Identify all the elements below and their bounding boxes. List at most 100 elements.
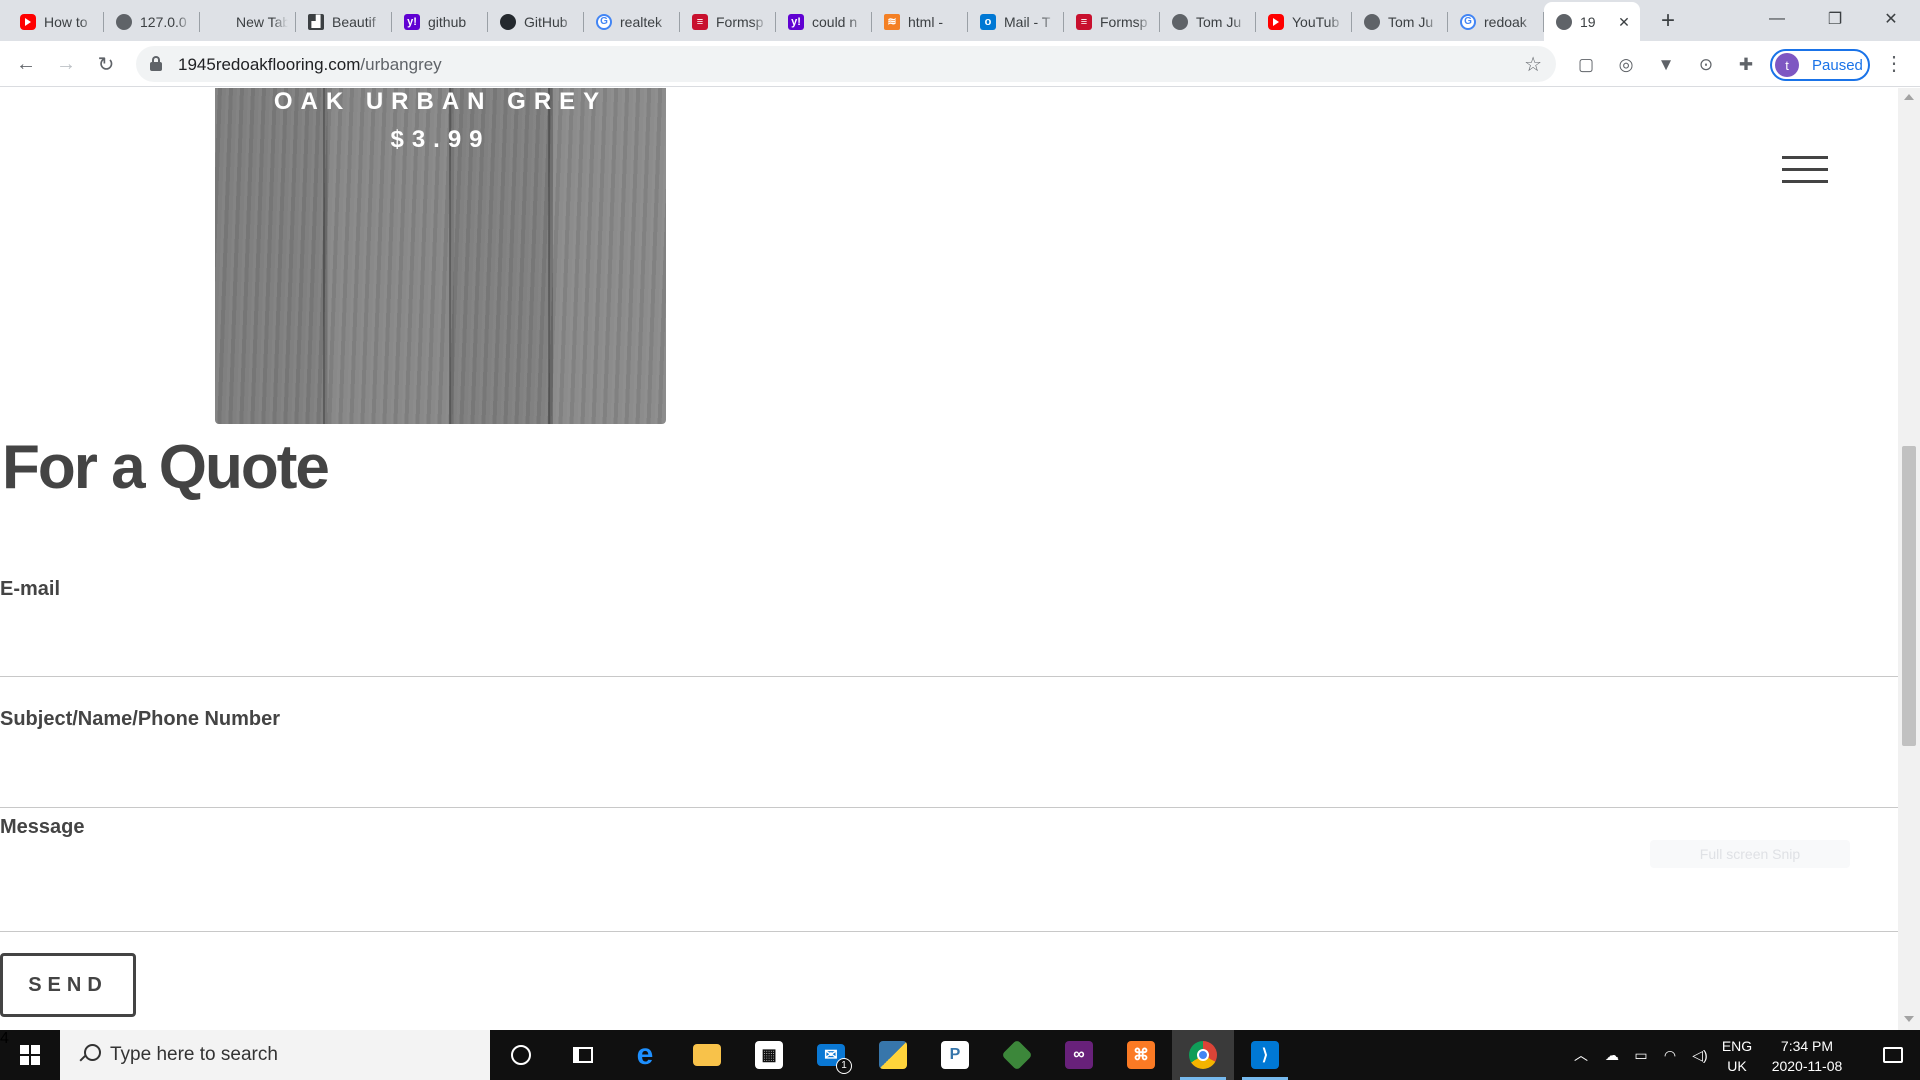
email-underline: [0, 676, 1898, 677]
edge-icon[interactable]: e: [614, 1030, 676, 1080]
tab[interactable]: Grealtek: [584, 2, 680, 41]
nodejs-icon[interactable]: [986, 1030, 1048, 1080]
tab[interactable]: Gredoak: [1448, 2, 1544, 41]
vscode-icon[interactable]: ⟩: [1234, 1030, 1296, 1080]
tab[interactable]: ≡ Formsp: [1064, 2, 1160, 41]
reload-button[interactable]: ↻: [90, 48, 122, 80]
search-icon: [78, 1044, 101, 1066]
restore-button[interactable]: ❐: [1806, 0, 1864, 38]
tab-title: YouTub: [1292, 13, 1340, 30]
tab[interactable]: ≋ html -: [872, 2, 968, 41]
hamburger-menu-icon[interactable]: [1782, 156, 1828, 184]
send-button[interactable]: SEND: [0, 953, 136, 1017]
tab-title: New Tab: [236, 13, 288, 30]
new-tab-button[interactable]: +: [1654, 8, 1682, 36]
extensions-puzzle-icon[interactable]: ✚: [1735, 54, 1757, 76]
tab-title: 127.0.0: [140, 13, 187, 30]
file-explorer-icon[interactable]: [676, 1030, 738, 1080]
show-hidden-icons-icon[interactable]: ︿: [1568, 1030, 1594, 1080]
tab[interactable]: ▟ Beautif: [296, 2, 392, 41]
extension-icon[interactable]: ▢: [1575, 54, 1597, 76]
tab[interactable]: Tom Ju: [1352, 2, 1448, 41]
snip-overlay-label: Full screen Snip: [1650, 840, 1850, 868]
extension-braces-icon[interactable]: ⊙: [1695, 54, 1717, 76]
tab-active[interactable]: 19 ✕: [1544, 2, 1640, 41]
tab[interactable]: ≡ Formsp: [680, 2, 776, 41]
product-name: OAK URBAN GREY: [273, 88, 608, 115]
back-button[interactable]: ←: [10, 48, 42, 80]
scroll-down-arrow-icon[interactable]: [1904, 1016, 1914, 1022]
tab[interactable]: o Mail - T: [968, 2, 1064, 41]
tab[interactable]: 127.0.0: [104, 2, 200, 41]
python-file-icon[interactable]: P: [924, 1030, 986, 1080]
forward-button[interactable]: →: [50, 48, 82, 80]
globe-icon: [1556, 13, 1572, 30]
scroll-thumb[interactable]: [1902, 446, 1916, 746]
tab[interactable]: Tom Ju: [1160, 2, 1256, 41]
browser-menu-icon[interactable]: ⋮: [1882, 52, 1906, 76]
tab-list: How to 127.0.0 New Tab ▟ Beautif y! github GitH…: [8, 2, 1640, 41]
minimize-button[interactable]: —: [1748, 0, 1806, 38]
language-region: UK: [1727, 1058, 1747, 1074]
python-icon[interactable]: [862, 1030, 924, 1080]
scroll-up-arrow-icon[interactable]: [1904, 94, 1914, 100]
tab[interactable]: y! github: [392, 2, 488, 41]
youtube-icon: [1268, 13, 1284, 30]
blank-tab-icon: [212, 14, 228, 30]
product-image: OAK URBAN GREY $3.99: [215, 88, 666, 424]
battery-icon[interactable]: ▭: [1628, 1030, 1654, 1080]
address-bar[interactable]: 1945redoakflooring.com/urbangrey ☆: [136, 46, 1556, 82]
visual-studio-icon[interactable]: ∞: [1048, 1030, 1110, 1080]
action-center-icon[interactable]: [1866, 1030, 1920, 1080]
taskbar-clock[interactable]: 7:34 PM 2020-11-08: [1754, 1036, 1860, 1076]
product-price: $3.99: [390, 126, 491, 153]
profile-button[interactable]: t Paused: [1770, 49, 1870, 81]
xampp-icon[interactable]: ⌘: [1110, 1030, 1172, 1080]
outlook-icon: o: [980, 13, 996, 30]
yahoo-icon: y!: [404, 13, 420, 30]
page-scrollbar[interactable]: [1898, 88, 1920, 1030]
tab-title: html -: [908, 13, 943, 30]
url-text[interactable]: 1945redoakflooring.com/urbangrey: [178, 55, 442, 75]
bookmark-star-icon[interactable]: ☆: [1524, 52, 1542, 77]
google-icon: G: [1460, 13, 1476, 30]
tab-title: Formsp: [1100, 13, 1148, 30]
clock-date: 2020-11-08: [1771, 1058, 1843, 1074]
document-icon: ▟: [308, 13, 324, 30]
extension-circle-icon[interactable]: ◎: [1615, 54, 1637, 76]
tab[interactable]: YouTub: [1256, 2, 1352, 41]
close-window-button[interactable]: ✕: [1862, 0, 1920, 38]
store-icon[interactable]: ▦: [738, 1030, 800, 1080]
browser-tab-strip: How to 127.0.0 New Tab ▟ Beautif y! github GitH…: [0, 0, 1920, 41]
taskbar-search-box[interactable]: Type here to search: [60, 1030, 490, 1080]
subject-label: Subject/Name/Phone Number: [0, 708, 281, 730]
email-field[interactable]: [0, 626, 1898, 662]
lock-icon[interactable]: [150, 56, 162, 71]
language-indicator[interactable]: ENG UK: [1716, 1036, 1758, 1076]
mail-icon[interactable]: ✉ 1: [800, 1030, 862, 1080]
globe-icon: [1172, 13, 1188, 30]
cortana-icon[interactable]: [490, 1030, 552, 1080]
tab[interactable]: New Tab: [200, 2, 296, 41]
mail-badge: 1: [836, 1058, 852, 1074]
subject-field[interactable]: [0, 756, 1898, 792]
subject-underline: [0, 807, 1898, 808]
task-view-icon[interactable]: [552, 1030, 614, 1080]
language-code: ENG: [1721, 1038, 1753, 1054]
onedrive-icon[interactable]: ☁: [1598, 1030, 1626, 1080]
windows-taskbar: Type here to search e ▦ ✉ 1 P ∞ ⌘ ⟩ ︿ ☁ …: [0, 1030, 1920, 1080]
close-tab-icon[interactable]: ✕: [1616, 14, 1632, 30]
vue-devtools-icon[interactable]: ▼: [1655, 54, 1677, 76]
message-label: Message: [0, 816, 85, 838]
wifi-icon[interactable]: ◠: [1656, 1030, 1684, 1080]
volume-icon[interactable]: ◁): [1686, 1030, 1714, 1080]
message-field[interactable]: [0, 878, 1898, 914]
clock-time: 7:34 PM: [1780, 1038, 1834, 1054]
tab[interactable]: y! could n: [776, 2, 872, 41]
chrome-icon[interactable]: [1172, 1030, 1234, 1080]
tab[interactable]: How to: [8, 2, 104, 41]
start-button[interactable]: [0, 1030, 60, 1080]
tab-title: Tom Ju: [1388, 13, 1434, 30]
quote-heading: For a Quote: [2, 433, 330, 502]
tab[interactable]: GitHub: [488, 2, 584, 41]
